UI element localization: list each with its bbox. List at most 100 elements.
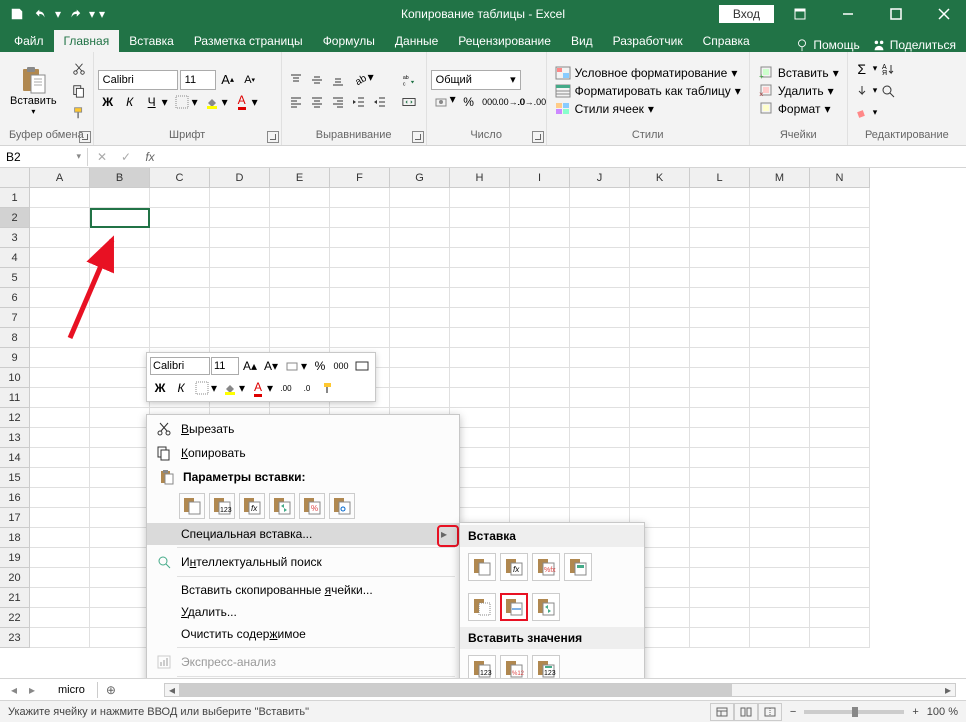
- cell[interactable]: [690, 528, 750, 548]
- qat-customize[interactable]: ▾: [98, 7, 106, 21]
- cell[interactable]: [270, 208, 330, 228]
- cell[interactable]: [30, 448, 90, 468]
- cell[interactable]: [750, 308, 810, 328]
- mini-font-color[interactable]: A: [248, 378, 268, 398]
- align-left-button[interactable]: [286, 92, 306, 112]
- sub-paste-noborders[interactable]: [468, 593, 496, 621]
- cell[interactable]: [570, 268, 630, 288]
- cell[interactable]: [90, 268, 150, 288]
- cell[interactable]: [510, 408, 570, 428]
- cell[interactable]: [90, 228, 150, 248]
- cell[interactable]: [390, 308, 450, 328]
- cell[interactable]: [630, 388, 690, 408]
- decrease-indent-button[interactable]: [349, 92, 369, 112]
- cell[interactable]: [30, 568, 90, 588]
- cell[interactable]: [330, 288, 390, 308]
- copy-button[interactable]: [69, 81, 89, 101]
- cell[interactable]: [630, 488, 690, 508]
- cell[interactable]: [30, 208, 90, 228]
- paste-values-option[interactable]: 123: [209, 493, 235, 519]
- mini-fill-color[interactable]: [220, 378, 240, 398]
- sub-paste-keep-source[interactable]: [564, 553, 592, 581]
- mini-currency[interactable]: [282, 356, 302, 376]
- wrap-text-button[interactable]: abc: [396, 70, 422, 90]
- cell[interactable]: [630, 468, 690, 488]
- cell[interactable]: [690, 368, 750, 388]
- format-as-table-button[interactable]: Форматировать как таблицу ▾: [551, 83, 745, 99]
- cell[interactable]: [750, 228, 810, 248]
- cell[interactable]: [90, 188, 150, 208]
- column-header[interactable]: B: [90, 168, 150, 188]
- autosum-button[interactable]: Σ: [852, 59, 872, 79]
- cell[interactable]: [30, 348, 90, 368]
- cell[interactable]: [30, 588, 90, 608]
- cell[interactable]: [570, 348, 630, 368]
- undo-dropdown[interactable]: ▾: [54, 7, 62, 21]
- row-header[interactable]: 1: [0, 188, 30, 208]
- cell[interactable]: [810, 628, 870, 648]
- row-header[interactable]: 6: [0, 288, 30, 308]
- sheet-nav-next[interactable]: ▸: [24, 683, 40, 697]
- row-header[interactable]: 5: [0, 268, 30, 288]
- orientation-dropdown[interactable]: ▾: [368, 70, 376, 90]
- cell[interactable]: [330, 208, 390, 228]
- cell[interactable]: [690, 288, 750, 308]
- row-header[interactable]: 13: [0, 428, 30, 448]
- sort-filter-button[interactable]: AЯ: [878, 59, 898, 79]
- sheet-add-button[interactable]: ⊕: [98, 681, 124, 699]
- cell[interactable]: [750, 408, 810, 428]
- align-top-button[interactable]: [286, 70, 306, 90]
- increase-indent-button[interactable]: [370, 92, 390, 112]
- cell[interactable]: [690, 268, 750, 288]
- font-size-select[interactable]: [180, 70, 216, 90]
- cell[interactable]: [750, 488, 810, 508]
- cell[interactable]: [630, 228, 690, 248]
- save-button[interactable]: [6, 3, 28, 25]
- ribbon-options-button[interactable]: [778, 0, 822, 28]
- cell[interactable]: [90, 408, 150, 428]
- cell[interactable]: [90, 288, 150, 308]
- row-header[interactable]: 9: [0, 348, 30, 368]
- cell[interactable]: [630, 328, 690, 348]
- cell[interactable]: [390, 348, 450, 368]
- cell[interactable]: [510, 348, 570, 368]
- cell[interactable]: [750, 248, 810, 268]
- cell[interactable]: [30, 508, 90, 528]
- delete-cells-button[interactable]: ×Удалить ▾: [754, 83, 843, 99]
- cell[interactable]: [750, 448, 810, 468]
- decrease-decimal-button[interactable]: .0→.00: [522, 92, 542, 112]
- cell[interactable]: [330, 308, 390, 328]
- paste-formulas-option[interactable]: fx: [239, 493, 265, 519]
- fx-button[interactable]: fx: [140, 148, 160, 166]
- paste-transpose-option[interactable]: [269, 493, 295, 519]
- cell[interactable]: [570, 208, 630, 228]
- ctx-clear[interactable]: Очистить содержимое: [147, 623, 459, 645]
- paste-formatting-option[interactable]: %: [299, 493, 325, 519]
- format-cells-button[interactable]: Формат ▾: [754, 101, 843, 117]
- cell[interactable]: [810, 388, 870, 408]
- cell[interactable]: [810, 428, 870, 448]
- row-header[interactable]: 21: [0, 588, 30, 608]
- cell[interactable]: [690, 608, 750, 628]
- cell[interactable]: [30, 408, 90, 428]
- cell[interactable]: [690, 488, 750, 508]
- cell[interactable]: [90, 548, 150, 568]
- cell[interactable]: [90, 328, 150, 348]
- cell[interactable]: [810, 568, 870, 588]
- row-header[interactable]: 19: [0, 548, 30, 568]
- cell[interactable]: [270, 248, 330, 268]
- cell[interactable]: [690, 508, 750, 528]
- cell[interactable]: [630, 208, 690, 228]
- column-header[interactable]: C: [150, 168, 210, 188]
- row-header[interactable]: 3: [0, 228, 30, 248]
- cell[interactable]: [750, 388, 810, 408]
- cell[interactable]: [750, 588, 810, 608]
- cell[interactable]: [450, 388, 510, 408]
- cell[interactable]: [630, 288, 690, 308]
- cell[interactable]: [90, 588, 150, 608]
- mini-dec-decimal[interactable]: .0: [297, 378, 317, 398]
- column-header[interactable]: N: [810, 168, 870, 188]
- ctx-delete[interactable]: Удалить...: [147, 601, 459, 623]
- view-page-layout-button[interactable]: [734, 703, 758, 721]
- cell[interactable]: [570, 488, 630, 508]
